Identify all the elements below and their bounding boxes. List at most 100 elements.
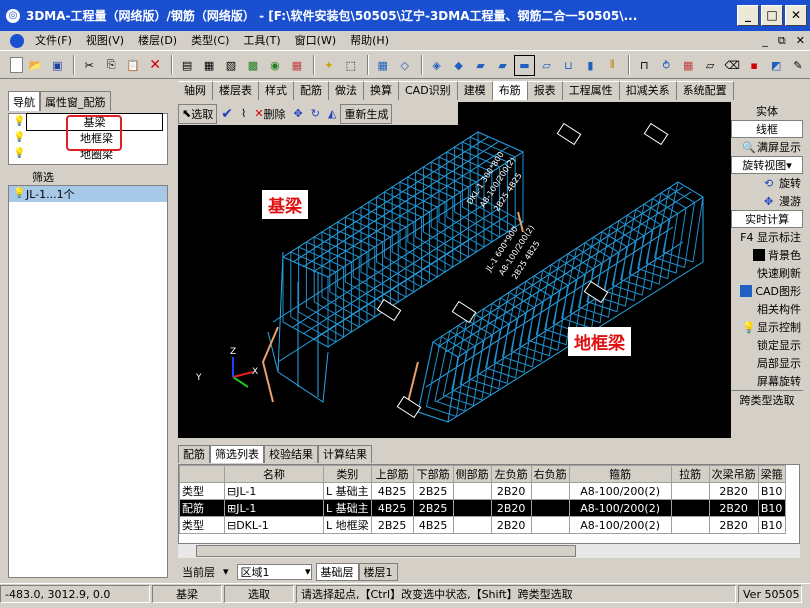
tab-rebar[interactable]: 配筋 <box>178 445 210 463</box>
walkthrough-button[interactable]: ✥ 漫游 <box>731 192 803 210</box>
rotate-button[interactable]: ⟲ 旋转 <box>731 174 803 192</box>
select-icon[interactable]: ⬚ <box>341 55 361 76</box>
menu-tools[interactable]: 工具(T) <box>236 31 287 51</box>
menu-view[interactable]: 视图(V) <box>79 31 131 51</box>
col-header[interactable]: 次梁吊筋 <box>708 465 759 483</box>
fullscreen-button[interactable]: 🔍 满屏显示 <box>731 138 803 156</box>
solid-view-button[interactable]: 实体 <box>731 102 803 120</box>
background-color-button[interactable]: 背景色 <box>731 246 803 264</box>
close-button[interactable]: ✕ <box>785 5 807 26</box>
tab-check-result[interactable]: 校验结果 <box>264 445 318 463</box>
beam-icon-5[interactable]: ▬ <box>514 54 535 76</box>
cross-type-select-button[interactable]: 跨类型选取 <box>731 390 803 408</box>
beam-icon-1[interactable]: ◈ <box>427 55 447 76</box>
tag-icon[interactable]: ◩ <box>766 55 786 76</box>
tab-rebar-layout[interactable]: 布筋 <box>492 81 528 100</box>
beam-icon-4[interactable]: ▰ <box>493 55 513 76</box>
tab-system-config[interactable]: 系统配置 <box>676 81 734 100</box>
copy-icon[interactable]: ⎘ <box>101 55 121 76</box>
save-icon[interactable]: ▣ <box>47 55 67 76</box>
table-row[interactable]: 类型 ⊟DKL-1 L 地框梁 2B25 4B25 2B20 A8-100/200(2) 2B… <box>179 516 786 534</box>
realtime-calc-button[interactable]: 实时计算 <box>731 210 803 228</box>
tab-conversion[interactable]: 换算 <box>364 81 399 100</box>
tab-style[interactable]: 样式 <box>259 81 294 100</box>
wand-icon[interactable]: ✦ <box>319 55 339 76</box>
confirm-button[interactable]: ✔ <box>217 104 237 124</box>
tab-calc-result[interactable]: 计算结果 <box>318 445 372 463</box>
menu-file[interactable]: 文件(F) <box>28 31 79 51</box>
grid-icon[interactable]: ▦ <box>287 55 307 76</box>
tab-navigation[interactable]: 导航 <box>8 91 40 111</box>
region-select[interactable]: 区域1 ▾ <box>236 563 312 580</box>
scrollbar-thumb[interactable] <box>196 545 576 557</box>
pen-icon[interactable]: ✎ <box>788 55 808 76</box>
select-button[interactable]: ⬉ 选取 <box>178 103 218 124</box>
table-icon[interactable]: ▦ <box>199 55 219 76</box>
3d-viewport[interactable]: DKL-1 300*800 A8-100/200(2) 2B25 4B25 JL… <box>178 102 731 438</box>
column-icon[interactable]: ▮ <box>580 55 600 76</box>
tab-filter-list[interactable]: 筛选列表 <box>210 445 264 463</box>
lightbulb-icon[interactable]: 💡 <box>13 116 25 128</box>
cad-graphics-button[interactable]: CAD图形 <box>731 282 803 300</box>
col-header[interactable]: 左负筋 <box>490 465 532 483</box>
menu-type[interactable]: 类型(C) <box>184 31 236 51</box>
lightbulb-icon[interactable]: 💡 <box>13 148 25 160</box>
tab-axis-grid[interactable]: 轴网 <box>178 81 213 100</box>
tab-deduction[interactable]: 扣减关系 <box>619 81 677 100</box>
plane-icon[interactable]: ◇ <box>395 55 415 76</box>
image-icon[interactable]: ▩ <box>243 55 263 76</box>
tab-method[interactable]: 做法 <box>329 81 364 100</box>
tab-cad-recognition[interactable]: CAD识别 <box>399 81 458 100</box>
open-folder-icon[interactable]: 📂 <box>25 55 45 76</box>
col-header[interactable]: 名称 <box>224 465 324 483</box>
tab-project-properties[interactable]: 工程属性 <box>562 81 620 100</box>
tab-properties[interactable]: 属性窗_配筋 <box>40 91 111 111</box>
col-header[interactable] <box>179 465 225 483</box>
stair-icon[interactable]: ⊔ <box>558 55 578 76</box>
lock-display-button[interactable]: 锁定显示 <box>731 336 803 354</box>
col-header[interactable]: 拉筋 <box>670 465 710 483</box>
move-button[interactable]: ✥ <box>290 104 307 124</box>
device-icon[interactable]: ▪ <box>744 55 764 76</box>
delete-button[interactable]: ✕ 删除 <box>250 104 289 124</box>
show-annotation-button[interactable]: F4 显示标注 <box>731 228 803 246</box>
slab-icon[interactable]: ▱ <box>700 55 720 76</box>
tab-modeling[interactable]: 建模 <box>457 81 493 100</box>
tree-item[interactable]: 💡 JL-1...1个 <box>9 186 167 202</box>
display-control-button[interactable]: 💡 显示控制 <box>731 318 803 336</box>
menu-help[interactable]: 帮助(H) <box>343 31 396 51</box>
tab-reinforcement[interactable]: 配筋 <box>294 81 329 100</box>
col-header[interactable]: 上部筋 <box>370 465 414 483</box>
regenerate-button[interactable]: 重新生成 <box>340 103 393 124</box>
maximize-button[interactable]: □ <box>761 5 783 26</box>
rotate-button[interactable]: ↻ <box>307 104 324 124</box>
child-minimize-button[interactable]: _ <box>757 34 773 48</box>
app-menu-icon[interactable] <box>10 33 24 48</box>
beam-icon-2[interactable]: ◆ <box>449 55 469 76</box>
view-eye-icon[interactable]: ◉ <box>265 55 285 76</box>
rotate-view-select[interactable]: 旋转视图 ▾ <box>731 156 803 174</box>
paste-icon[interactable]: 📋 <box>123 55 143 76</box>
table-row[interactable]: 类型 ⊟JL-1 L 基础主 4B25 2B25 2B20 A8-100/200(2) 2B2… <box>179 482 786 500</box>
tab-floor-1[interactable]: 楼层1 <box>358 562 398 581</box>
grid-small-icon[interactable]: ▦ <box>373 55 393 76</box>
cut-icon[interactable]: ✂ <box>79 55 99 76</box>
eraser-icon[interactable]: ⌫ <box>722 55 742 76</box>
filter-label[interactable]: 筛选 <box>8 169 168 185</box>
quick-refresh-button[interactable]: 快速刷新 <box>731 264 803 282</box>
tab-report[interactable]: 报表 <box>527 81 563 100</box>
layers-icon[interactable]: ▤ <box>177 55 197 76</box>
local-display-button[interactable]: 局部显示 <box>731 354 803 372</box>
brush-button[interactable]: ⌇ <box>237 104 250 124</box>
pillar-icon[interactable]: ⊓ <box>634 55 654 76</box>
table-row[interactable]: 配筋 ⊞JL-1 L 基础主 4B25 2B25 2B20 A8-100/200(2) 2B… <box>179 499 786 517</box>
wall-icon[interactable]: ▦ <box>678 55 698 76</box>
beam-icon-3[interactable]: ▰ <box>471 55 491 76</box>
col-header[interactable]: 侧部筋 <box>452 465 492 483</box>
horizontal-scrollbar[interactable] <box>178 543 800 558</box>
related-components-button[interactable]: 相关构件 <box>731 300 803 318</box>
rotate-icon[interactable]: ⥁ <box>656 55 676 76</box>
report-icon[interactable]: ▧ <box>221 55 241 76</box>
screen-rotate-button[interactable]: 屏幕旋转 <box>731 372 803 390</box>
wireframe-view-button[interactable]: 线框 <box>731 120 803 138</box>
